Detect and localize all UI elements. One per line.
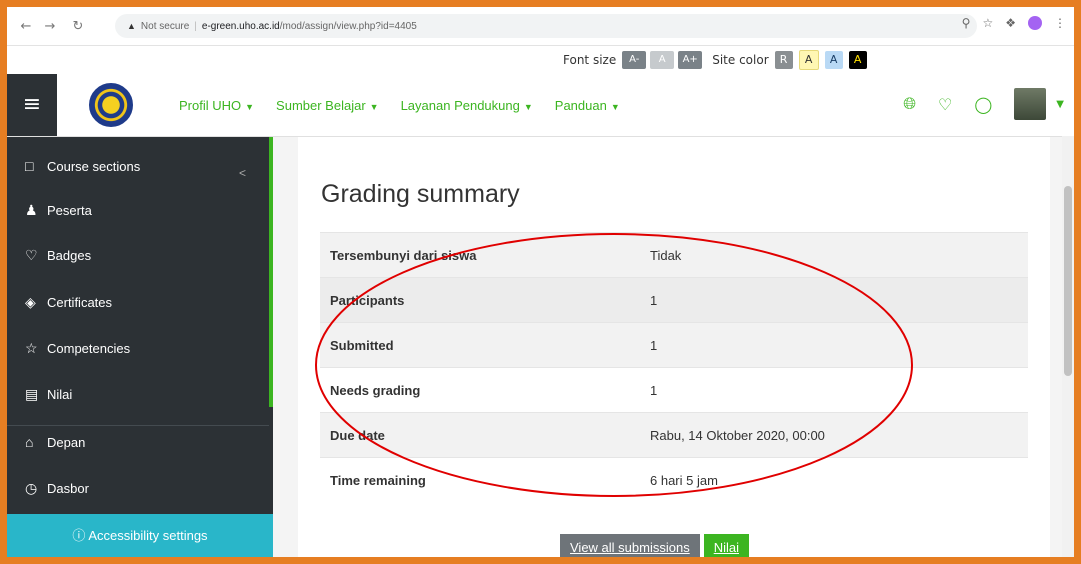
extensions-icon[interactable]: ❖	[1005, 16, 1016, 30]
sidebar-item-course-sections[interactable]: □ Course sections	[25, 158, 140, 174]
menu-profil-uho[interactable]: Profil UHO ▼	[179, 98, 254, 113]
accessibility-settings-button[interactable]: ⓘ Accessibility settings	[7, 514, 273, 557]
home-icon: ⌂	[25, 434, 34, 450]
font-reset-button[interactable]: A	[650, 51, 675, 69]
grading-summary-table: Tersembunyi dari siswa Tidak Participant…	[320, 232, 1028, 502]
menu-panduan[interactable]: Panduan ▼	[555, 98, 620, 113]
table-row: Participants 1	[320, 277, 1028, 322]
dashboard-icon: ◷	[25, 480, 38, 496]
chevron-down-icon: ▼	[245, 101, 255, 112]
address-bar[interactable]: ▲ Not secure | e-green.uho.ac.id /mod/as…	[115, 14, 977, 38]
color-black-button[interactable]: A	[848, 51, 867, 69]
table-row: Needs grading 1	[320, 367, 1028, 412]
user-avatar[interactable]	[1014, 88, 1047, 120]
users-icon: ♟	[25, 202, 38, 218]
browser-window: ← → ↻ ▲ Not secure | e-green.uho.ac.id /…	[7, 7, 1074, 557]
notification-bell-icon[interactable]: ♡	[938, 95, 952, 114]
collapse-chevron-icon[interactable]: <	[239, 166, 246, 180]
bookmark-star-icon[interactable]: ☆	[982, 16, 993, 30]
language-globe-icon[interactable]: 🌐︎	[903, 94, 916, 114]
color-reset-button[interactable]: R	[774, 51, 793, 69]
sidebar-item-dasbor[interactable]: ◷ Dasbor	[25, 480, 89, 497]
font-size-label: Font size	[563, 53, 617, 67]
hamburger-menu-icon[interactable]: ≡	[7, 74, 57, 136]
warning-icon: ▲	[127, 21, 136, 31]
browser-toolbar: ← → ↻ ▲ Not secure | e-green.uho.ac.id /…	[7, 7, 1074, 46]
color-yellow-button[interactable]: A	[798, 50, 819, 70]
sidebar-item-depan[interactable]: ⌂ Depan	[25, 434, 85, 450]
star-icon: ☆	[25, 340, 38, 356]
view-all-submissions-button[interactable]: View all submissions	[560, 534, 700, 557]
main-menu: Profil UHO ▼ Sumber Belajar ▼ Layanan Pend…	[179, 74, 620, 136]
font-increase-button[interactable]: A+	[678, 51, 703, 69]
menu-sumber-belajar[interactable]: Sumber Belajar ▼	[276, 98, 379, 113]
browser-actions: ⚲ ☆ ❖ ⋮	[962, 16, 1066, 30]
back-icon[interactable]: ←	[17, 19, 35, 34]
content-card: Grading summary Tersembunyi dari siswa T…	[298, 137, 1050, 557]
zoom-icon[interactable]: ⚲	[962, 16, 971, 30]
menu-layanan-pendukung[interactable]: Layanan Pendukung ▼	[401, 98, 533, 113]
chevron-down-icon: ▼	[610, 101, 620, 112]
sidebar-item-nilai[interactable]: ▤ Nilai	[25, 386, 72, 403]
folder-icon: □	[25, 158, 34, 174]
sidebar-item-certificates[interactable]: ◈ Certificates	[25, 294, 112, 311]
forward-icon[interactable]: →	[41, 19, 59, 34]
sidebar-item-badges[interactable]: ♡ Badges	[25, 247, 91, 264]
grade-button[interactable]: Nilai	[703, 534, 749, 557]
messages-icon[interactable]: ◯	[974, 95, 992, 114]
chevron-down-icon: ▼	[369, 101, 379, 112]
table-row: Due date Rabu, 14 Oktober 2020, 00:00	[320, 412, 1028, 457]
table-row: Tersembunyi dari siswa Tidak	[320, 232, 1028, 277]
table-row: Time remaining 6 hari 5 jam	[320, 457, 1028, 502]
info-icon: ⓘ	[72, 528, 86, 543]
reload-icon[interactable]: ↻	[69, 19, 87, 34]
site-navbar: ≡ Profil UHO ▼ Sumber Belajar ▼ Layanan Pe…	[7, 74, 1074, 137]
color-blue-button[interactable]: A	[824, 51, 843, 69]
certificate-icon: ◈	[25, 294, 36, 310]
badge-icon: ♡	[25, 247, 38, 263]
security-label: Not secure	[140, 20, 190, 32]
page-title: Grading summary	[321, 180, 520, 208]
accessibility-toolbar: Font size A- A A+ Site color R A A A	[7, 46, 1074, 74]
browser-menu-icon[interactable]: ⋮	[1054, 16, 1066, 30]
chevron-down-icon[interactable]: ▼	[1056, 99, 1064, 110]
table-row: Submitted 1	[320, 322, 1028, 367]
sidebar-item-competencies[interactable]: ☆ Competencies	[25, 340, 130, 357]
chevron-down-icon: ▼	[523, 101, 533, 112]
profile-icon[interactable]	[1028, 16, 1042, 30]
university-logo[interactable]	[89, 83, 133, 127]
scrollbar-thumb[interactable]	[1064, 186, 1072, 376]
url-path: /mod/assign/view.php?id=4405	[279, 20, 417, 32]
gradebook-icon: ▤	[25, 386, 39, 402]
font-decrease-button[interactable]: A-	[622, 51, 647, 69]
page-scrollbar[interactable]	[1062, 136, 1074, 557]
action-buttons: View all submissions Nilai	[560, 534, 749, 557]
main-content: Grading summary Tersembunyi dari siswa T…	[273, 137, 1074, 557]
site-color-label: Site color	[712, 53, 769, 67]
url-host: e-green.uho.ac.id	[201, 20, 280, 32]
sidebar-item-peserta[interactable]: ♟ Peserta	[25, 202, 92, 219]
sidebar: □ Course sections < ♟ Peserta ♡ Badges ◈…	[7, 137, 273, 557]
navbar-actions: 🌐︎ ♡ ◯ ▼	[903, 88, 1064, 120]
sidebar-divider	[7, 425, 269, 426]
